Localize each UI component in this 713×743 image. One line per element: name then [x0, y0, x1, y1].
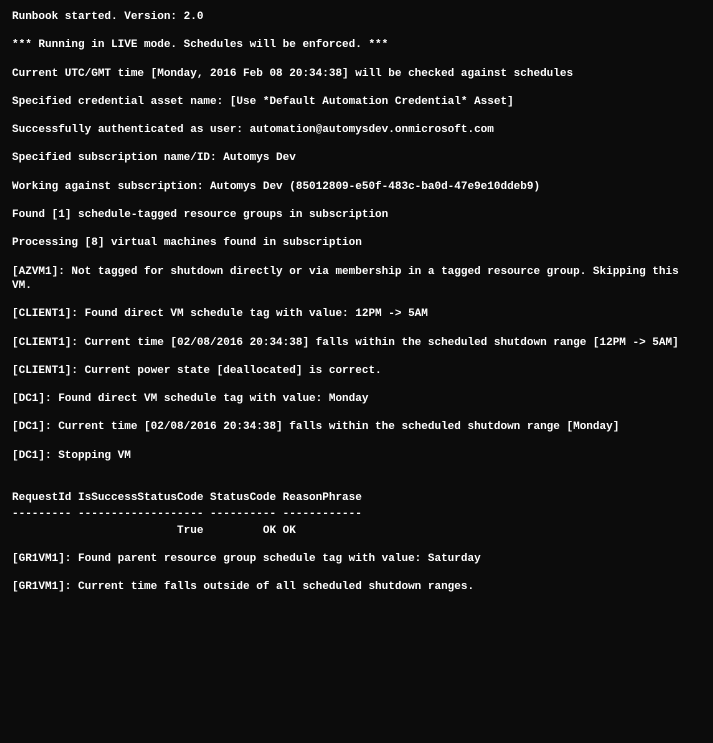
log-line: Runbook started. Version: 2.0 [12, 10, 701, 24]
log-line: [DC1]: Stopping VM [12, 449, 701, 463]
log-line: [CLIENT1]: Current power state [dealloca… [12, 364, 701, 378]
log-line: [CLIENT1]: Current time [02/08/2016 20:3… [12, 336, 701, 350]
log-line: Successfully authenticated as user: auto… [12, 123, 701, 137]
log-line: [GR1VM1]: Found parent resource group sc… [12, 552, 701, 566]
log-line: Current UTC/GMT time [Monday, 2016 Feb 0… [12, 67, 701, 81]
table-divider: --------- ------------------- ----------… [12, 507, 701, 521]
log-line: [CLIENT1]: Found direct VM schedule tag … [12, 307, 701, 321]
log-line: [DC1]: Found direct VM schedule tag with… [12, 392, 701, 406]
table-row: True OK OK [12, 524, 701, 538]
log-line: Specified credential asset name: [Use *D… [12, 95, 701, 109]
console-output: Runbook started. Version: 2.0 *** Runnin… [12, 10, 701, 595]
log-line: Specified subscription name/ID: Automys … [12, 151, 701, 165]
log-line: [GR1VM1]: Current time falls outside of … [12, 580, 701, 594]
log-line: [AZVM1]: Not tagged for shutdown directl… [12, 265, 701, 294]
log-line: Processing [8] virtual machines found in… [12, 236, 701, 250]
log-line: Found [1] schedule-tagged resource group… [12, 208, 701, 222]
table-header: RequestId IsSuccessStatusCode StatusCode… [12, 491, 701, 505]
log-line: *** Running in LIVE mode. Schedules will… [12, 38, 701, 52]
log-line: [DC1]: Current time [02/08/2016 20:34:38… [12, 420, 701, 434]
log-line: Working against subscription: Automys De… [12, 180, 701, 194]
